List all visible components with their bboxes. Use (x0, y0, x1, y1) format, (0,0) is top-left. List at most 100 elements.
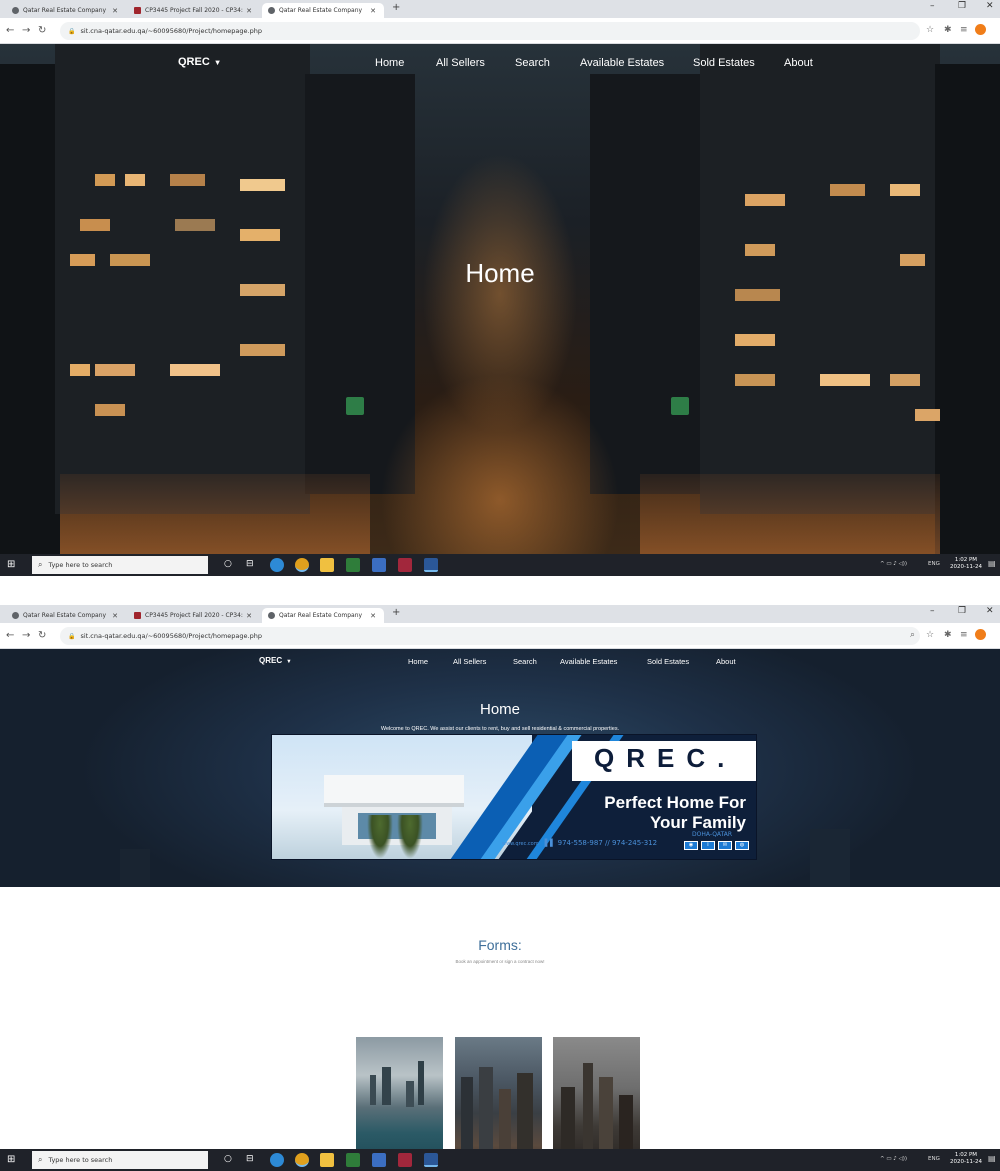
browser-tab-active[interactable]: Qatar Real Estate Company ✕ (262, 3, 384, 18)
system-tray[interactable]: ^ ▭ ♪ ◁)) (880, 561, 907, 567)
nav-link-home[interactable]: Home (408, 657, 428, 666)
clock-time: 1:02 PM (954, 557, 978, 563)
nav-link-sold-estates[interactable]: Sold Estates (693, 57, 755, 69)
nav-link-available-estates[interactable]: Available Estates (560, 657, 617, 666)
mail-icon[interactable] (372, 1153, 386, 1167)
word-icon[interactable] (424, 1153, 438, 1167)
qrec-banner-image: QREC. Perfect Home For Your Family www.q… (271, 734, 757, 860)
browser-address-bar: ← → ↻ 🔒 sit.cna-qatar.edu.qa/~60095680/P… (0, 18, 1000, 44)
brand-dropdown[interactable]: QREC ▼ (259, 656, 292, 665)
close-icon[interactable]: ✕ (246, 612, 252, 620)
notifications-icon[interactable]: ▤ (988, 559, 996, 568)
browser-tab-active[interactable]: Qatar Real Estate Company ✕ (262, 608, 384, 623)
close-icon[interactable]: ✕ (246, 7, 252, 15)
file-explorer-icon[interactable] (320, 1153, 334, 1167)
mail-icon: ✉ (718, 841, 732, 850)
form-card-2[interactable] (455, 1037, 542, 1165)
browser-tab[interactable]: Qatar Real Estate Company ✕ (6, 3, 126, 18)
taskbar-search-box[interactable]: ⌕ Type here to search (32, 1151, 208, 1169)
close-icon[interactable]: ✕ (112, 7, 118, 15)
minimize-icon[interactable]: – (930, 1, 935, 11)
close-icon[interactable]: ✕ (112, 612, 118, 620)
edge-icon[interactable] (270, 558, 284, 572)
nav-link-all-sellers[interactable]: All Sellers (436, 57, 485, 69)
chrome-icon[interactable] (295, 1153, 309, 1167)
language-indicator[interactable]: ENG (928, 561, 940, 567)
notifications-icon[interactable]: ▤ (988, 1154, 996, 1163)
task-view-icon[interactable]: ⊟ (246, 559, 254, 569)
forward-icon[interactable]: → (22, 25, 30, 36)
nav-link-home[interactable]: Home (375, 57, 404, 69)
hero-title: Home (479, 701, 520, 718)
store-icon[interactable] (346, 1153, 360, 1167)
profile-avatar-icon[interactable] (975, 24, 986, 35)
welcome-text: Welcome to QREC. We assist our clients t… (380, 726, 620, 732)
language-indicator[interactable]: ENG (928, 1156, 940, 1162)
bookmark-star-icon[interactable]: ☆ (926, 25, 934, 35)
system-tray[interactable]: ^ ▭ ♪ ◁)) (880, 1156, 907, 1162)
store-icon[interactable] (346, 558, 360, 572)
site-navbar: QREC ▼ Home All Sellers Search Available … (0, 649, 1000, 689)
new-tab-icon[interactable]: + (392, 2, 400, 13)
banner-tagline-line2: Your Family (649, 813, 746, 832)
nav-link-available-estates[interactable]: Available Estates (580, 57, 664, 69)
minimize-icon[interactable]: – (930, 606, 935, 616)
back-icon[interactable]: ← (6, 25, 14, 36)
taskbar-clock[interactable]: 1:02 PM 2020-11-24 (950, 1152, 982, 1166)
tab-title: Qatar Real Estate Company (279, 7, 363, 14)
reading-list-icon[interactable]: ≡ (960, 25, 968, 35)
extensions-icon[interactable]: ✱ (944, 630, 952, 640)
nav-link-search[interactable]: Search (513, 657, 537, 666)
taskbar-clock[interactable]: 1:02 PM 2020-11-24 (950, 557, 982, 571)
nav-link-sold-estates[interactable]: Sold Estates (647, 657, 689, 666)
url-field[interactable]: 🔒 sit.cna-qatar.edu.qa/~60095680/Project… (60, 627, 920, 645)
reading-list-icon[interactable]: ≡ (960, 630, 968, 640)
close-icon[interactable]: ✕ (370, 612, 376, 620)
extensions-icon[interactable]: ✱ (944, 25, 952, 35)
close-icon[interactable]: ✕ (370, 7, 376, 15)
new-tab-icon[interactable]: + (392, 607, 400, 618)
app-icon[interactable] (398, 1153, 412, 1167)
lock-icon: 🔒 (68, 27, 76, 35)
form-card-3[interactable] (553, 1037, 640, 1165)
reload-icon[interactable]: ↻ (38, 25, 46, 36)
taskbar-search-box[interactable]: ⌕ Type here to search (32, 556, 208, 574)
app-icon[interactable] (398, 558, 412, 572)
banner-web: www.qrec.com (502, 841, 539, 847)
hero-title: Home (465, 258, 535, 288)
restore-icon[interactable]: ❐ (958, 606, 966, 616)
mail-icon[interactable] (372, 558, 386, 572)
chrome-icon[interactable] (295, 558, 309, 572)
banner-social-icons: ◉ i ✉ ◍ (684, 841, 749, 850)
nav-link-about[interactable]: About (716, 657, 736, 666)
restore-icon[interactable]: ❐ (958, 1, 966, 11)
brand-dropdown[interactable]: QREC ▼ (178, 56, 221, 68)
bookmark-star-icon[interactable]: ☆ (926, 630, 934, 640)
word-icon[interactable] (424, 558, 438, 572)
task-view-icon[interactable]: ⊟ (246, 1154, 254, 1164)
cortana-icon[interactable]: ○ (224, 559, 232, 569)
zoom-icon[interactable]: ⌕ (910, 630, 915, 640)
windows-taskbar: ⊞ ⌕ Type here to search ○ ⊟ ^ ▭ ♪ ◁)) EN… (0, 554, 1000, 576)
forward-icon[interactable]: → (22, 630, 30, 641)
back-icon[interactable]: ← (6, 630, 14, 641)
nav-link-about[interactable]: About (784, 57, 813, 69)
browser-tab[interactable]: Qatar Real Estate Company ✕ (6, 608, 126, 623)
nav-link-search[interactable]: Search (515, 57, 550, 69)
banner-phones: 974-558-987 // 974-245-312 (557, 839, 658, 847)
close-window-icon[interactable]: ✕ (986, 606, 994, 616)
url-field[interactable]: 🔒 sit.cna-qatar.edu.qa/~60095680/Project… (60, 22, 920, 40)
windows-start-icon[interactable]: ⊞ (7, 559, 15, 570)
browser-tab[interactable]: CP3445 Project Fall 2020 - CP34: ✕ (128, 608, 260, 623)
cortana-icon[interactable]: ○ (224, 1154, 232, 1164)
nav-link-all-sellers[interactable]: All Sellers (453, 657, 486, 666)
form-card-1[interactable] (356, 1037, 443, 1165)
profile-avatar-icon[interactable] (975, 629, 986, 640)
windows-start-icon[interactable]: ⊞ (7, 1154, 15, 1165)
close-window-icon[interactable]: ✕ (986, 1, 994, 11)
url-text: sit.cna-qatar.edu.qa/~60095680/Project/h… (80, 632, 262, 640)
reload-icon[interactable]: ↻ (38, 630, 46, 641)
edge-icon[interactable] (270, 1153, 284, 1167)
browser-tab[interactable]: CP3445 Project Fall 2020 - CP34: ✕ (128, 3, 260, 18)
file-explorer-icon[interactable] (320, 558, 334, 572)
